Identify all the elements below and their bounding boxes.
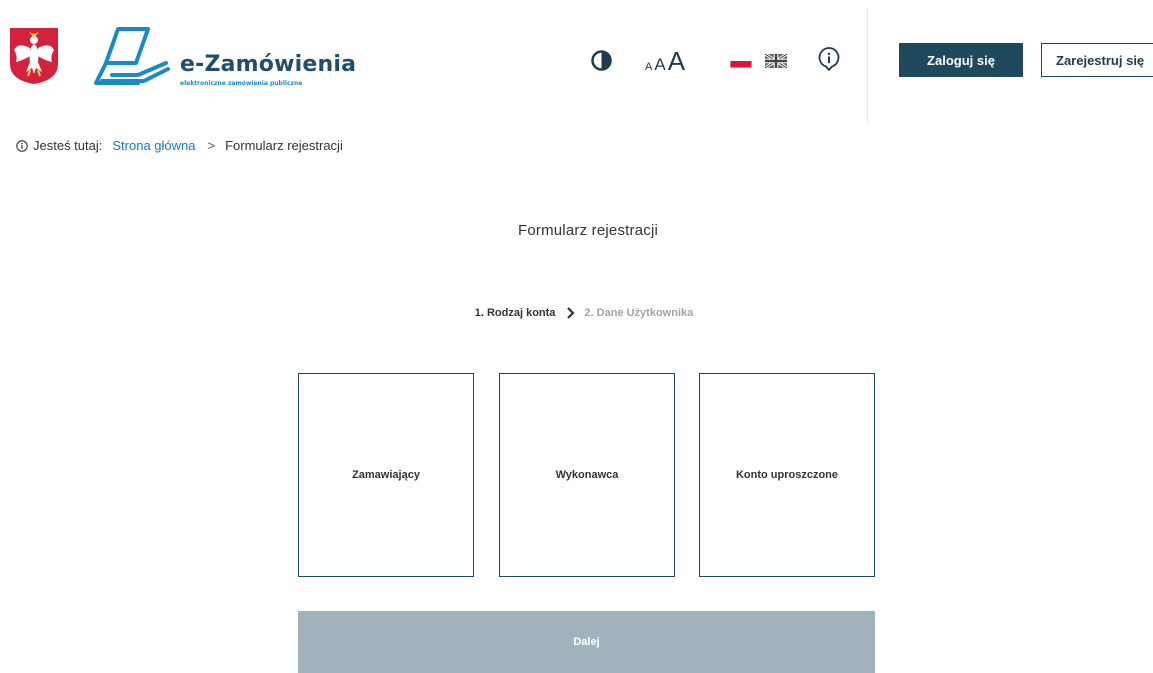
breadcrumb-current: Formularz rejestracji bbox=[225, 138, 343, 153]
next-button[interactable]: Dalej bbox=[298, 611, 875, 673]
info-icon bbox=[16, 139, 28, 152]
account-type-card-contractor[interactable]: Wykonawca bbox=[499, 373, 675, 577]
account-type-label: Wykonawca bbox=[555, 469, 619, 481]
register-button[interactable]: Zarejestruj się bbox=[1041, 43, 1153, 77]
breadcrumb: Jesteś tutaj: Strona główna > Formularz … bbox=[16, 138, 343, 153]
registration-steps: 1. Rodzaj konta 2. Dane Użytkownika bbox=[0, 307, 1153, 319]
laptop-logo-icon bbox=[94, 27, 170, 85]
page-header: e-Zamówienia elektroniczne zamówienia pu… bbox=[0, 0, 1153, 122]
step-account-type: 1. Rodzaj konta bbox=[474, 307, 556, 319]
breadcrumb-label: Jesteś tutaj: bbox=[33, 138, 103, 153]
login-button[interactable]: Zaloguj się bbox=[899, 43, 1023, 77]
font-size-switcher: A A A bbox=[645, 46, 685, 77]
account-type-label: Konto uproszczone bbox=[735, 469, 839, 481]
info-icon[interactable] bbox=[817, 47, 841, 73]
poland-flag-icon[interactable] bbox=[730, 54, 752, 68]
page-title: Formularz rejestracji bbox=[517, 222, 659, 239]
font-size-small-button[interactable]: A bbox=[645, 61, 652, 73]
uk-flag-icon[interactable] bbox=[765, 54, 787, 68]
account-type-card-simplified[interactable]: Konto uproszczone bbox=[699, 373, 875, 577]
breadcrumb-home-link[interactable]: Strona główna bbox=[112, 138, 195, 153]
chevron-right-icon bbox=[567, 307, 575, 319]
step-user-data: 2. Dane Użytkownika bbox=[584, 307, 694, 319]
header-divider bbox=[867, 8, 868, 122]
account-type-label: Zamawiający bbox=[352, 469, 420, 481]
logo-title: e-Zamówienia bbox=[180, 52, 357, 77]
font-size-medium-button[interactable]: A bbox=[654, 55, 665, 75]
polish-eagle-emblem-icon bbox=[10, 28, 58, 84]
account-type-card-ordering-party[interactable]: Zamawiający bbox=[298, 373, 474, 577]
breadcrumb-separator: > bbox=[207, 138, 216, 153]
font-size-large-button[interactable]: A bbox=[668, 46, 685, 77]
contrast-icon[interactable] bbox=[591, 50, 612, 71]
logo-subtitle: elektroniczne zamówienia publiczne bbox=[180, 80, 303, 87]
